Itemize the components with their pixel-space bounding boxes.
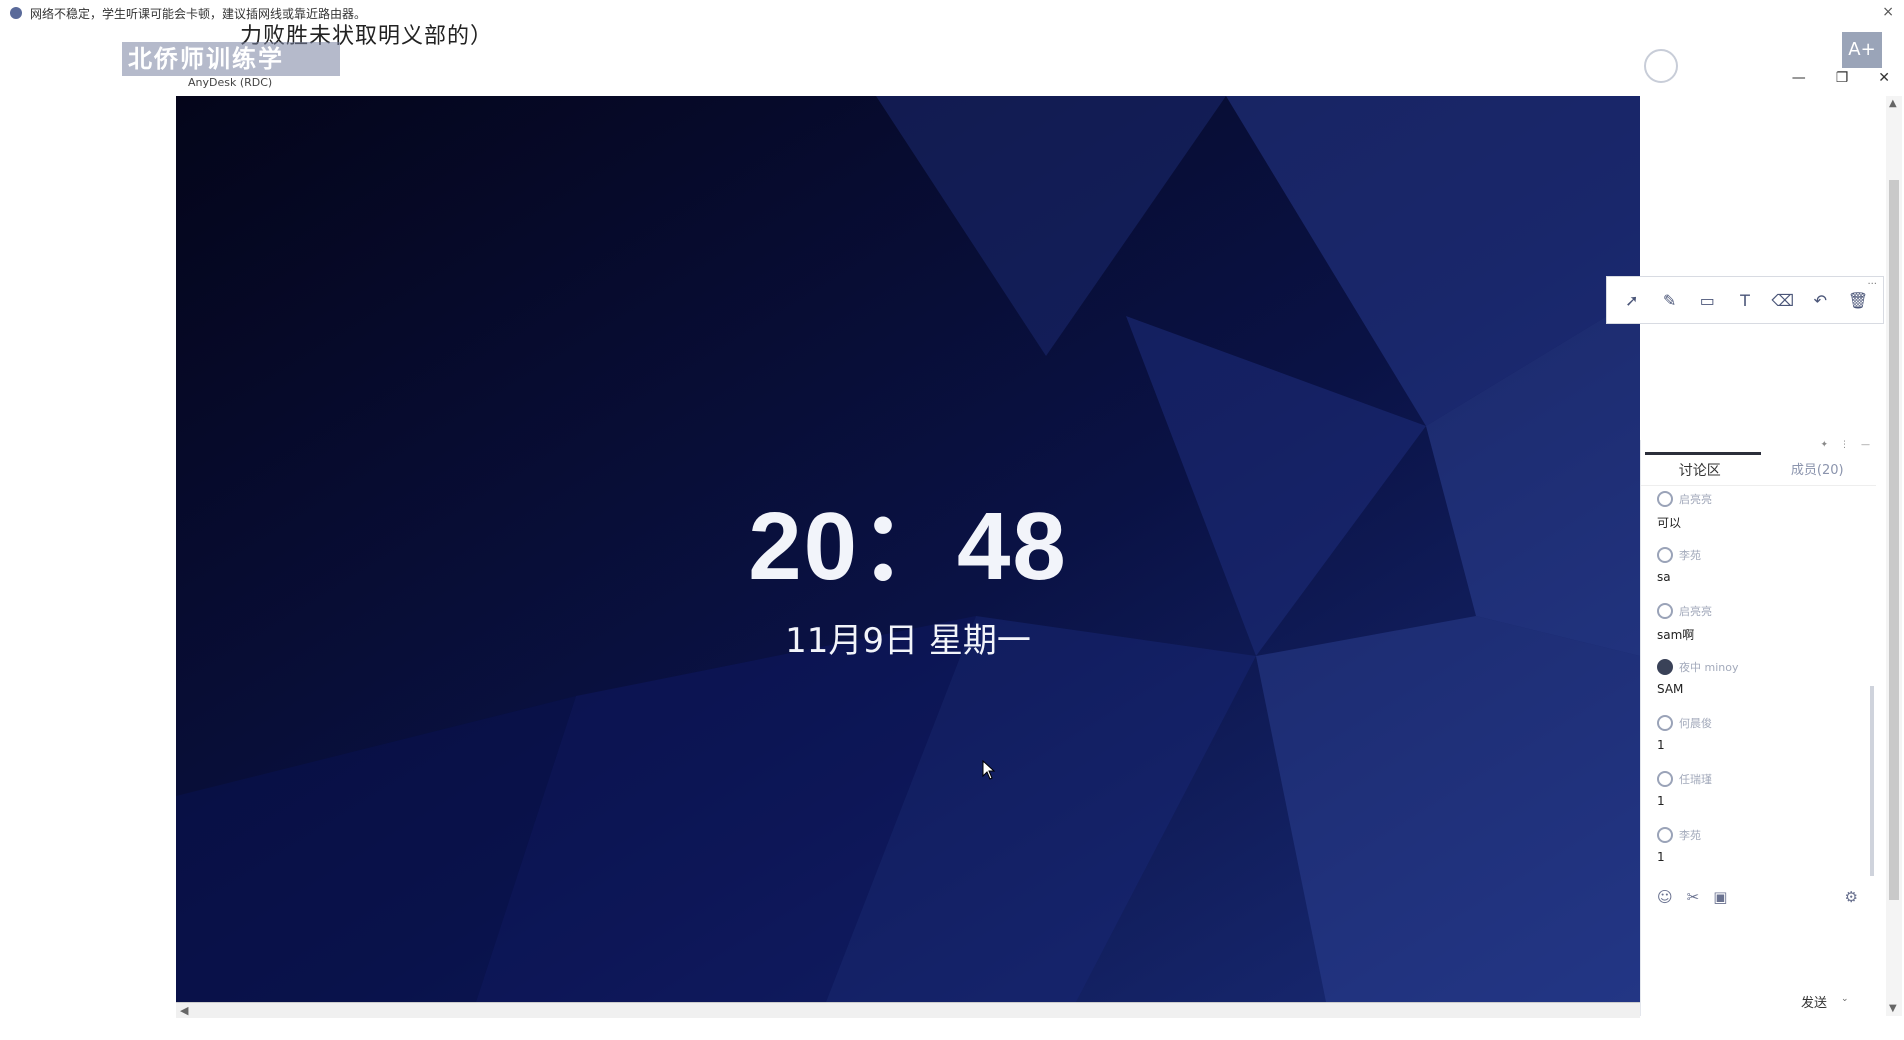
clock-date: 11月9日 星期一 xyxy=(785,621,1031,661)
pin-icon[interactable]: ✦ xyxy=(1820,440,1828,456)
menu-icon[interactable]: ⋮ xyxy=(1840,440,1849,456)
message-text: sa xyxy=(1657,570,1671,584)
image-icon[interactable]: ▣ xyxy=(1713,888,1727,906)
vertical-scrollbar[interactable]: ▲ ▼ xyxy=(1886,96,1902,1016)
mouse-cursor-icon xyxy=(982,760,996,780)
logo-swirl-icon xyxy=(1644,49,1678,83)
sender-name: 夜中 minoy xyxy=(1679,661,1739,674)
restore-button[interactable]: ❐ xyxy=(1836,70,1849,86)
lock-screen-clock: 20：48 11月9日 星期一 xyxy=(176,468,1640,662)
send-button[interactable]: 发送 xyxy=(1801,992,1827,1011)
avatar xyxy=(1657,491,1673,507)
message-text: 1 xyxy=(1657,794,1665,808)
list-item: 李苑 sa xyxy=(1657,544,1876,600)
scroll-up-icon[interactable]: ▲ xyxy=(1889,98,1897,109)
toolbar-more-icon[interactable]: ··· xyxy=(1867,279,1877,290)
tab-discussion[interactable]: 讨论区 xyxy=(1641,456,1759,485)
watermark: 北侨师训练学 xyxy=(122,42,340,76)
sender-name: 任瑞瑾 xyxy=(1679,773,1712,786)
list-item: 启亮亮 sam啊 xyxy=(1657,600,1876,656)
scissors-icon[interactable]: ✂ xyxy=(1687,888,1700,906)
chat-panel: ✦ ⋮ — 讨论区 成员(20) 启亮亮 可以 李苑 sa 启亮亮 sam啊 夜… xyxy=(1640,440,1876,1016)
avatar xyxy=(1657,715,1673,731)
emoji-icon[interactable]: ☺ xyxy=(1657,888,1673,906)
chat-tabs: 讨论区 成员(20) xyxy=(1641,452,1877,486)
annotation-toolbar: ··· ➚ ✎ ▭ T ⌫ ↶ 🗑 xyxy=(1606,276,1884,324)
message-text: 可以 xyxy=(1657,516,1682,530)
message-text: 1 xyxy=(1657,850,1665,864)
select-tool-icon[interactable]: ➚ xyxy=(1618,286,1646,314)
avatar xyxy=(1657,827,1673,843)
minimize-button[interactable]: — xyxy=(1792,70,1806,86)
scroll-left-icon[interactable]: ◀ xyxy=(180,1004,188,1017)
sender-name: 李苑 xyxy=(1679,549,1701,562)
message-list: 启亮亮 可以 李苑 sa 启亮亮 sam啊 夜中 minoy SAM 何晨俊 1… xyxy=(1641,486,1876,880)
list-item: 任瑞瑾 1 xyxy=(1657,768,1876,824)
warning-icon xyxy=(10,7,22,19)
avatar xyxy=(1657,659,1673,675)
list-item: 何晨俊 1 xyxy=(1657,712,1876,768)
horizontal-scrollbar[interactable]: ◀ xyxy=(176,1002,1640,1018)
chevron-down-icon[interactable]: ⌄ xyxy=(1841,994,1849,1004)
scrollbar-thumb[interactable] xyxy=(1889,180,1899,900)
message-text: SAM xyxy=(1657,682,1684,696)
close-window-button[interactable]: ✕ xyxy=(1878,70,1890,86)
pen-tool-icon[interactable]: ✎ xyxy=(1656,286,1684,314)
settings-icon[interactable]: ⚙ xyxy=(1845,888,1858,906)
active-tab-indicator xyxy=(1645,452,1761,455)
sender-name: 启亮亮 xyxy=(1679,493,1712,506)
remote-window-title: AnyDesk (RDC) xyxy=(188,76,273,89)
avatar xyxy=(1657,771,1673,787)
clock-time: 20：48 xyxy=(748,493,1068,600)
undo-tool-icon[interactable]: ↶ xyxy=(1806,286,1834,314)
sender-name: 何晨俊 xyxy=(1679,717,1712,730)
message-text: sam啊 xyxy=(1657,628,1695,642)
chat-scrollbar[interactable] xyxy=(1870,686,1874,876)
avatar xyxy=(1657,603,1673,619)
collapse-icon[interactable]: — xyxy=(1861,440,1870,456)
close-icon[interactable]: × xyxy=(1882,4,1894,20)
message-text: 1 xyxy=(1657,738,1665,752)
text-tool-icon[interactable]: T xyxy=(1731,286,1759,314)
avatar xyxy=(1657,547,1673,563)
list-item: 李苑 1 xyxy=(1657,824,1876,880)
tab-members[interactable]: 成员(20) xyxy=(1759,456,1877,485)
list-item: 夜中 minoy SAM xyxy=(1657,656,1876,712)
sender-name: 启亮亮 xyxy=(1679,605,1712,618)
window-controls: — ❐ ✕ xyxy=(1792,70,1890,86)
scroll-down-icon[interactable]: ▼ xyxy=(1889,1003,1897,1014)
eraser-tool-icon[interactable]: ⌫ xyxy=(1769,286,1797,314)
sender-name: 李苑 xyxy=(1679,829,1701,842)
shape-tool-icon[interactable]: ▭ xyxy=(1693,286,1721,314)
user-avatar-button[interactable]: A+ xyxy=(1842,32,1882,68)
list-item: 启亮亮 可以 xyxy=(1657,488,1876,544)
remote-desktop-view[interactable]: 20：48 11月9日 星期一 xyxy=(176,96,1640,1002)
trash-tool-icon[interactable]: 🗑 xyxy=(1844,286,1872,314)
chat-input-tools: ☺ ✂ ▣ xyxy=(1657,888,1727,906)
